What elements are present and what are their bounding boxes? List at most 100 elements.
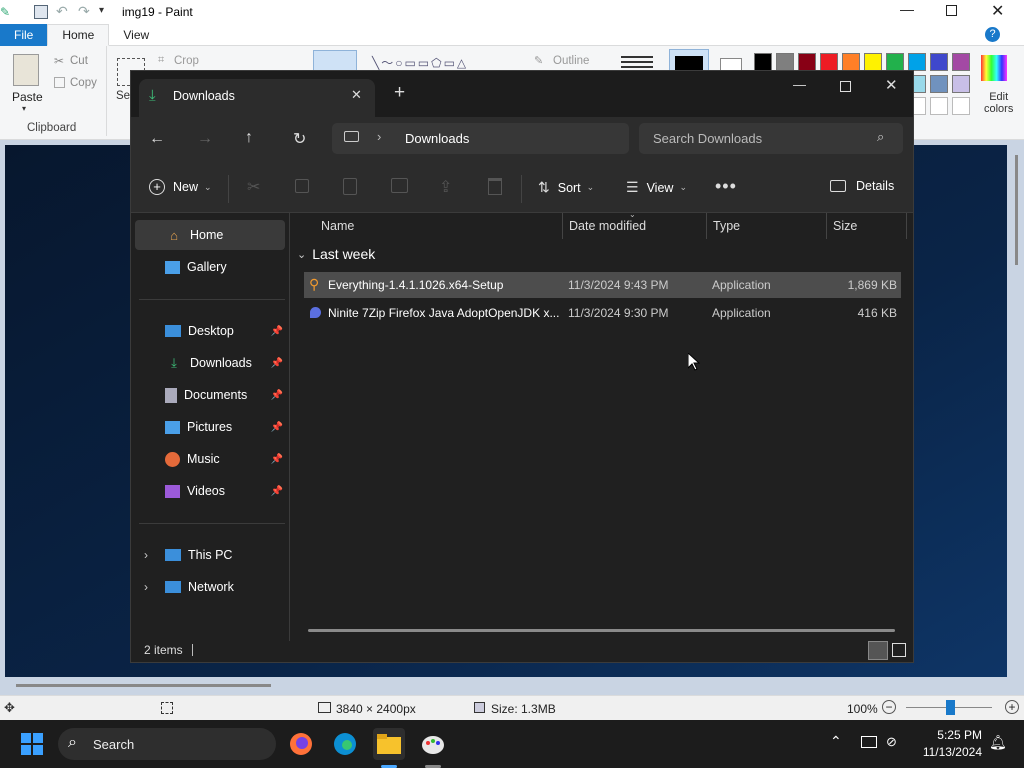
search-input[interactable]: Search Downloads <box>653 131 762 146</box>
network-status-icon[interactable] <box>861 736 877 748</box>
pin-icon[interactable]: 📌 <box>271 454 283 465</box>
color-swatch[interactable] <box>952 53 970 71</box>
nav-item-desktop[interactable]: Desktop 📌 <box>135 316 285 346</box>
back-icon[interactable]: ← <box>149 130 165 148</box>
pin-icon[interactable]: 📌 <box>271 422 283 433</box>
edit-colors-icon[interactable] <box>981 55 1007 81</box>
share-icon[interactable]: ⇪ <box>439 177 452 197</box>
pin-icon[interactable]: 📌 <box>271 326 283 337</box>
start-windows-icon[interactable] <box>16 728 48 760</box>
tab-view[interactable]: View <box>109 24 163 46</box>
view-button[interactable]: ☰ View ⌄ <box>626 179 687 196</box>
nav-item-music[interactable]: Music 📌 <box>135 444 285 474</box>
nav-item-home[interactable]: ⌂ Home <box>135 220 285 250</box>
search-box[interactable]: Search Downloads ⌕ <box>639 123 903 154</box>
cut-button[interactable]: Cut <box>70 55 88 67</box>
horizontal-scrollbar[interactable] <box>308 629 895 632</box>
taskbar-search-input[interactable]: Search <box>93 737 134 752</box>
file-row[interactable]: ⚲ Everything-1.4.1.1026.x64-Setup 11/3/2… <box>304 272 901 298</box>
new-button[interactable]: + New ⌄ <box>149 179 212 195</box>
close-button[interactable]: ✕ <box>885 76 898 94</box>
color-swatch[interactable] <box>930 53 948 71</box>
nav-item-documents[interactable]: Documents 📌 <box>135 380 285 410</box>
refresh-icon[interactable]: ↻ <box>293 129 306 149</box>
color-swatch[interactable] <box>886 53 904 71</box>
size-icon[interactable] <box>621 56 653 58</box>
nav-item-downloads[interactable]: ⤓ Downloads 📌 <box>135 348 285 378</box>
volume-muted-icon[interactable]: ⊘ <box>886 734 897 750</box>
color-swatch[interactable] <box>930 75 948 93</box>
help-icon[interactable]: ? <box>985 27 1000 42</box>
color-swatch-empty[interactable] <box>952 97 970 115</box>
taskbar-search-box[interactable]: ⌕ Search <box>58 728 276 760</box>
redo-icon[interactable]: ↷ <box>78 3 90 20</box>
column-header-name[interactable]: Name <box>290 213 563 239</box>
pin-icon[interactable]: 📌 <box>271 390 283 401</box>
horizontal-scrollbar[interactable] <box>16 684 271 687</box>
delete-icon[interactable] <box>488 178 502 195</box>
crop-button[interactable]: Crop <box>174 55 199 67</box>
clock-time[interactable]: 5:25 PM <box>920 728 982 742</box>
paste-dropdown-icon[interactable]: ▾ <box>22 104 26 113</box>
color-swatch[interactable] <box>864 53 882 71</box>
nav-item-gallery[interactable]: Gallery <box>135 252 285 282</box>
zoom-out-icon[interactable]: − <box>882 700 896 714</box>
notification-bell-icon[interactable]: 🔔︎ <box>989 734 1007 751</box>
save-icon[interactable] <box>34 5 48 19</box>
cut-icon[interactable]: ✂ <box>247 177 260 197</box>
select-button[interactable]: Se <box>116 90 130 102</box>
nav-item-pictures[interactable]: Pictures 📌 <box>135 412 285 442</box>
nav-item-videos[interactable]: Videos 📌 <box>135 476 285 506</box>
undo-icon[interactable]: ↶ <box>56 3 68 20</box>
details-pane-button[interactable]: Details <box>830 179 894 193</box>
copy-button[interactable]: Copy <box>70 77 97 89</box>
outline-dropdown[interactable]: Outline <box>553 55 589 67</box>
color-swatch[interactable] <box>820 53 838 71</box>
file-row[interactable]: Ninite 7Zip Firefox Java AdoptOpenJDK x.… <box>304 300 901 326</box>
minimize-button[interactable]: — <box>793 77 806 92</box>
edge-icon[interactable] <box>329 728 361 760</box>
maximize-button[interactable] <box>840 81 851 92</box>
close-button[interactable]: ✕ <box>991 1 1004 21</box>
more-options-icon[interactable]: ••• <box>715 176 737 197</box>
pin-icon[interactable]: 📌 <box>271 358 283 369</box>
color-swatch-empty[interactable] <box>930 97 948 115</box>
tab-file[interactable]: File <box>0 23 48 46</box>
group-header[interactable]: ⌄ Last week <box>297 246 375 262</box>
color-swatch[interactable] <box>776 53 794 71</box>
column-header-type[interactable]: Type <box>707 213 827 239</box>
sort-button[interactable]: ⇅ Sort ⌄ <box>538 179 594 196</box>
crop-icon[interactable]: ⌗ <box>158 54 164 67</box>
color-swatch[interactable] <box>798 53 816 71</box>
pin-icon[interactable]: 📌 <box>271 486 283 497</box>
copy-icon[interactable] <box>54 77 65 88</box>
file-explorer-icon[interactable] <box>373 728 405 760</box>
minimize-button[interactable]: — <box>900 1 914 17</box>
close-tab-icon[interactable]: ✕ <box>351 87 362 103</box>
quick-access-dropdown-icon[interactable]: ▾ <box>99 5 104 16</box>
edit-colors-button[interactable]: Edit colors <box>984 91 1013 115</box>
breadcrumb[interactable]: Downloads <box>405 131 469 146</box>
collapse-chevron-icon[interactable]: ⌄ <box>297 248 306 261</box>
expand-chevron-icon[interactable]: › <box>144 580 148 594</box>
details-view-icon[interactable] <box>868 641 888 660</box>
paste-button[interactable]: Paste <box>12 90 43 104</box>
expand-chevron-icon[interactable]: › <box>144 548 148 562</box>
zoom-in-icon[interactable]: + <box>1005 700 1019 714</box>
color-swatch[interactable] <box>842 53 860 71</box>
show-hidden-icons-chevron[interactable]: ⌃ <box>830 733 842 750</box>
color-swatch[interactable] <box>908 53 926 71</box>
outline-icon[interactable]: ✎ <box>534 54 543 67</box>
firefox-icon[interactable] <box>285 728 317 760</box>
column-header-date[interactable]: Date modified <box>563 213 707 239</box>
maximize-button[interactable] <box>946 5 957 16</box>
up-icon[interactable]: ↑ <box>245 129 253 147</box>
color-swatch[interactable] <box>754 53 772 71</box>
vertical-scrollbar[interactable] <box>1015 155 1018 265</box>
paste-icon[interactable] <box>343 178 357 195</box>
forward-icon[interactable]: → <box>197 130 213 148</box>
paste-icon[interactable] <box>13 54 39 86</box>
new-tab-icon[interactable]: + <box>394 82 405 104</box>
zoom-slider-thumb[interactable] <box>946 700 955 715</box>
cut-icon[interactable]: ✂ <box>54 54 64 68</box>
